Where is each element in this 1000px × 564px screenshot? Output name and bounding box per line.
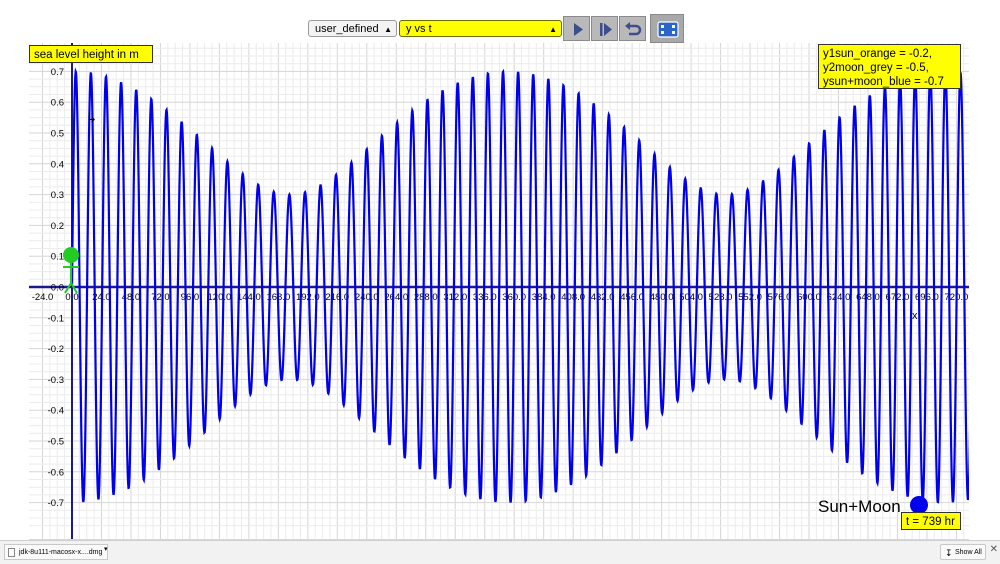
close-icon[interactable]: ✕	[990, 544, 998, 555]
plot-select-value: y vs t	[406, 23, 432, 35]
download-icon: ↧	[945, 548, 953, 558]
y-tick-label: 0.5	[51, 129, 64, 140]
x-tick-label: 0.0	[65, 292, 78, 303]
x-tick-label: 288.0	[414, 292, 438, 303]
toolbar: user_defined ▲︎ y vs t ▲︎	[0, 14, 1000, 44]
download-item[interactable]: jdk-8u111-macosx-x....dmg	[4, 544, 108, 560]
play-button[interactable]	[563, 16, 590, 41]
plot-select[interactable]: y vs t ▲︎	[399, 20, 562, 37]
mode-select[interactable]: user_defined ▲︎	[308, 20, 397, 37]
x-tick-label: 456.0	[620, 292, 644, 303]
y-tick-label: -0.6	[48, 467, 64, 478]
cursor-glyph: ↳	[86, 110, 97, 125]
value-legend: y1sun_orange = -0.2, y2moon_grey = -0.5,…	[818, 44, 961, 89]
x-tick-label: 264.0	[384, 292, 408, 303]
show-all-button[interactable]: ↧ Show All	[940, 544, 986, 560]
x-axis-symbol: x	[912, 310, 918, 322]
y-tick-label: -0.5	[48, 437, 64, 448]
time-readout: t = 739 hr	[901, 512, 961, 530]
y-tick-label: -0.3	[48, 375, 64, 386]
x-tick-label: 624.0	[827, 292, 851, 303]
x-tick-label: 120.0	[208, 292, 232, 303]
y-tick-label: 0.7	[51, 67, 64, 78]
tide-plot[interactable]: -24.0 0.0 24.0 48.0 72.0 96.0 120.0 144.0 168.0 1…	[29, 43, 969, 540]
file-icon	[8, 548, 15, 557]
legend-sun: y1sun_orange = -0.2,	[823, 48, 933, 60]
chevron-updown-icon: ▲︎	[384, 25, 392, 34]
x-tick-label: 600.0	[797, 292, 821, 303]
x-tick-label: -24.0	[32, 292, 54, 303]
y-axis-label: sea level height in m	[29, 45, 153, 63]
y-tick-label: 0.3	[51, 190, 64, 201]
mode-select-value: user_defined	[315, 23, 379, 35]
y-tick-label: 0.4	[51, 159, 64, 170]
reset-icon	[625, 22, 642, 36]
download-menu-caret[interactable]: ▾	[104, 545, 108, 553]
x-tick-label: 480.0	[650, 292, 674, 303]
y-tick-label: 0.2	[51, 221, 64, 232]
x-tick-label: 216.0	[325, 292, 349, 303]
x-tick-label: 96.0	[181, 292, 200, 303]
x-tick-label: 144.0	[237, 292, 261, 303]
x-tick-label: 240.0	[355, 292, 379, 303]
y-tick-label: 0.1	[51, 252, 64, 263]
y-tick-label: -0.2	[48, 344, 64, 355]
x-tick-label: 576.0	[768, 292, 792, 303]
fullscreen-icon	[657, 21, 679, 38]
x-tick-label: 504.0	[679, 292, 703, 303]
x-tick-label: 72.0	[151, 292, 170, 303]
x-tick-label: 432.0	[591, 292, 615, 303]
y-tick-label: -0.1	[48, 313, 64, 324]
show-all-label: Show All	[955, 549, 982, 556]
legend-sum: ysun+moon_blue = -0.7	[823, 76, 944, 88]
y-tick-label: -0.7	[48, 498, 64, 509]
curve-label: Sun+Moon	[818, 497, 901, 516]
fullscreen-button[interactable]	[650, 14, 684, 43]
download-file-name: jdk-8u111-macosx-x....dmg	[19, 549, 103, 556]
play-icon	[574, 23, 583, 36]
reset-button[interactable]	[619, 16, 646, 41]
y-tick-label: 0.6	[51, 98, 64, 109]
step-forward-button[interactable]	[591, 16, 618, 41]
step-forward-icon	[600, 23, 612, 36]
y-tick-label: -0.4	[48, 406, 64, 417]
downloads-bar: jdk-8u111-macosx-x....dmg ▾ ↧ Show All ✕	[0, 540, 1000, 564]
y-tick-labels: 0.7 0.6 0.5 0.4 0.3 0.2 0.1 0.0 -0.1 -0.2 -0.3 -0.4…	[48, 67, 64, 509]
y-tick-label: 0.0	[51, 283, 64, 294]
legend-moon: y2moon_grey = -0.5,	[823, 62, 929, 74]
chevron-updown-icon: ▲︎	[549, 25, 557, 34]
